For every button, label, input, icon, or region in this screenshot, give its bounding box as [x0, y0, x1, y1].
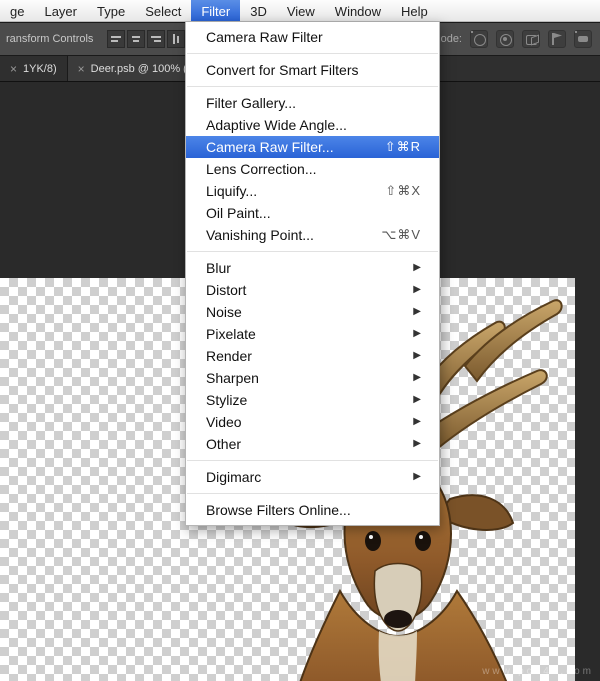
- menu-item-label: Camera Raw Filter: [206, 28, 323, 46]
- menu-separator: [187, 493, 438, 494]
- menu-window[interactable]: Window: [325, 0, 391, 21]
- menu-separator: [187, 460, 438, 461]
- tab-label: 1YK/8): [23, 63, 57, 75]
- menu-item[interactable]: Video ▶: [186, 411, 439, 433]
- menu-item-label: Camera Raw Filter...: [206, 138, 334, 156]
- chevron-right-icon: ▶: [413, 435, 421, 453]
- orbit-icon[interactable]: [470, 30, 488, 48]
- pan-icon[interactable]: [522, 30, 540, 48]
- menu-item[interactable]: Distort ▶: [186, 279, 439, 301]
- close-icon[interactable]: ×: [10, 63, 17, 75]
- menu-item[interactable]: Digimarc ▶: [186, 466, 439, 488]
- menu-item[interactable]: Adaptive Wide Angle...: [186, 114, 439, 136]
- menu-help[interactable]: Help: [391, 0, 438, 21]
- menu-item[interactable]: Pixelate ▶: [186, 323, 439, 345]
- roll-icon[interactable]: [496, 30, 514, 48]
- menu-item-label: Filter Gallery...: [206, 94, 296, 112]
- menu-item-label: Blur: [206, 259, 231, 277]
- chevron-right-icon: ▶: [413, 468, 421, 486]
- menu-layer[interactable]: Layer: [34, 0, 87, 21]
- menu-item-label: Digimarc: [206, 468, 261, 486]
- chevron-right-icon: ▶: [413, 369, 421, 387]
- menu-separator: [187, 86, 438, 87]
- menu-separator: [187, 53, 438, 54]
- filter-menu-dropdown: Camera Raw Filter Convert for Smart Filte…: [185, 22, 440, 526]
- scale-icon[interactable]: [574, 30, 592, 48]
- menu-item[interactable]: Convert for Smart Filters: [186, 59, 439, 81]
- close-icon[interactable]: ×: [78, 63, 85, 75]
- menu-item-label: Video: [206, 413, 242, 431]
- chevron-right-icon: ▶: [413, 303, 421, 321]
- menu-item[interactable]: Sharpen ▶: [186, 367, 439, 389]
- menu-item[interactable]: Camera Raw Filter: [186, 26, 439, 48]
- menu-item-shortcut: ⌥⌘V: [381, 226, 421, 244]
- menu-item-label: Distort: [206, 281, 246, 299]
- chevron-right-icon: ▶: [413, 413, 421, 431]
- menu-item[interactable]: Blur ▶: [186, 257, 439, 279]
- chevron-right-icon: ▶: [413, 259, 421, 277]
- menu-item-shortcut: ⇧⌘X: [385, 182, 421, 200]
- menu-ge[interactable]: ge: [0, 0, 34, 21]
- menu-item-label: Pixelate: [206, 325, 256, 343]
- menu-item-label: Other: [206, 435, 241, 453]
- menu-item-label: Stylize: [206, 391, 247, 409]
- menu-type[interactable]: Type: [87, 0, 135, 21]
- menu-item[interactable]: Oil Paint...: [186, 202, 439, 224]
- chevron-right-icon: ▶: [413, 391, 421, 409]
- slide-icon[interactable]: [548, 30, 566, 48]
- menu-item-label: Vanishing Point...: [206, 226, 314, 244]
- menu-item[interactable]: Liquify... ⇧⌘X: [186, 180, 439, 202]
- menu-item[interactable]: Noise ▶: [186, 301, 439, 323]
- menu-item-label: Oil Paint...: [206, 204, 271, 222]
- menu-item-label: Convert for Smart Filters: [206, 61, 358, 79]
- menu-item[interactable]: Camera Raw Filter... ⇧⌘R: [186, 136, 439, 158]
- menu-item[interactable]: Lens Correction...: [186, 158, 439, 180]
- menu-item-label: Render: [206, 347, 252, 365]
- menu-filter[interactable]: Filter: [191, 0, 240, 21]
- menubar: geLayerTypeSelectFilter3DViewWindowHelp: [0, 0, 600, 22]
- menu-item[interactable]: Browse Filters Online...: [186, 499, 439, 521]
- menu-item[interactable]: Filter Gallery...: [186, 92, 439, 114]
- menu-separator: [187, 251, 438, 252]
- menu-item[interactable]: Render ▶: [186, 345, 439, 367]
- chevron-right-icon: ▶: [413, 281, 421, 299]
- menu-item[interactable]: Stylize ▶: [186, 389, 439, 411]
- threed-mode-group: 3D Mode:: [414, 30, 600, 48]
- menu-item-label: Browse Filters Online...: [206, 501, 351, 519]
- chevron-right-icon: ▶: [413, 347, 421, 365]
- options-label: ransform Controls: [6, 33, 93, 45]
- menu-item-label: Lens Correction...: [206, 160, 317, 178]
- menu-item-label: Liquify...: [206, 182, 257, 200]
- watermark: www.pc841.com: [482, 666, 594, 677]
- menu-item-label: Adaptive Wide Angle...: [206, 116, 347, 134]
- align-center-icon[interactable]: [127, 30, 145, 48]
- menu-item[interactable]: Vanishing Point... ⌥⌘V: [186, 224, 439, 246]
- menu-item[interactable]: Other ▶: [186, 433, 439, 455]
- document-tab[interactable]: × 1YK/8): [0, 56, 68, 81]
- menu-view[interactable]: View: [277, 0, 325, 21]
- align-left-icon[interactable]: [107, 30, 125, 48]
- align-icons-group: [107, 30, 185, 48]
- align-right-icon[interactable]: [147, 30, 165, 48]
- menu-select[interactable]: Select: [135, 0, 191, 21]
- menu-item-label: Sharpen: [206, 369, 259, 387]
- menu-3d[interactable]: 3D: [240, 0, 277, 21]
- menu-item-label: Noise: [206, 303, 242, 321]
- align-top-icon[interactable]: [167, 30, 185, 48]
- chevron-right-icon: ▶: [413, 325, 421, 343]
- menu-item-shortcut: ⇧⌘R: [385, 138, 421, 156]
